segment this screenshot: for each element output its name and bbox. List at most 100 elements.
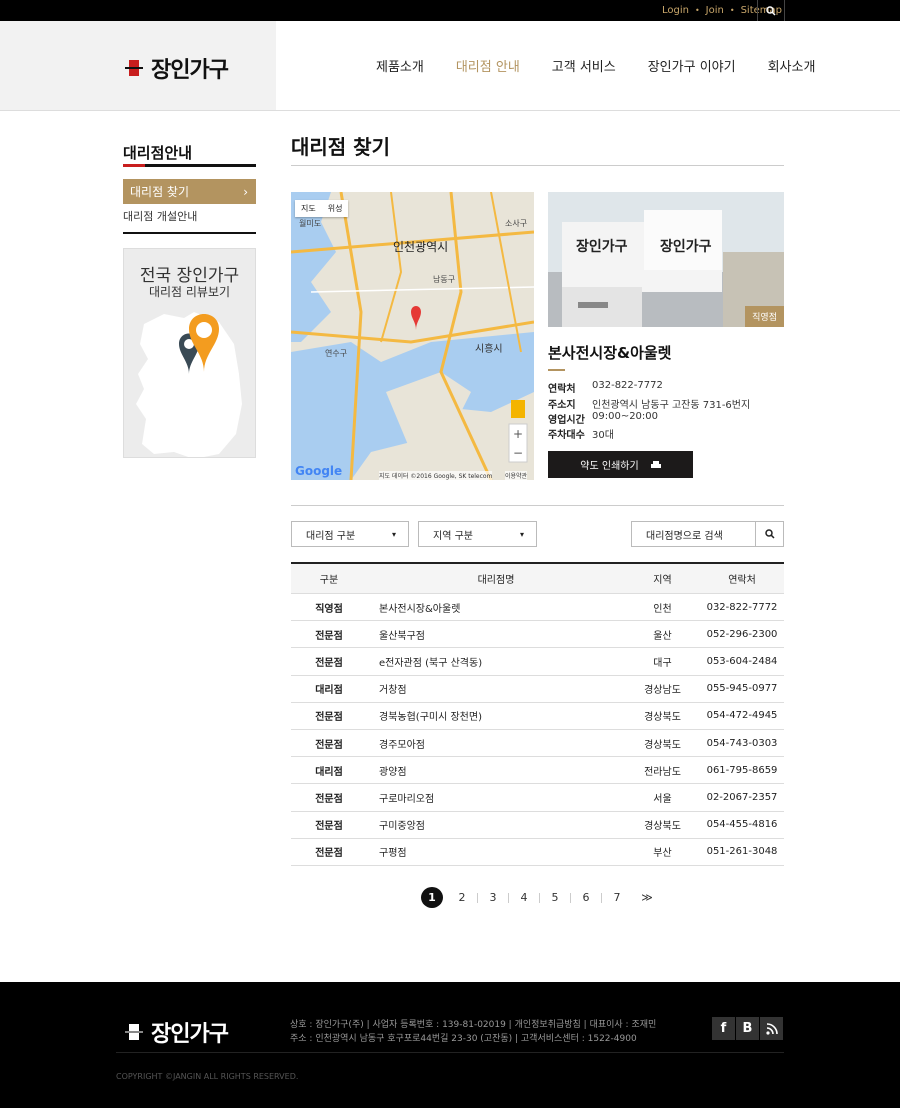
- page-title: 대리점 찾기: [291, 135, 390, 159]
- map-label-sosa: 소사구: [505, 219, 528, 228]
- table-cell: 경상남도: [644, 685, 681, 697]
- table-cell: 053-604-2484: [706, 655, 778, 667]
- nav-item-products[interactable]: 제품소개: [376, 56, 424, 75]
- sidebar-item-open-dealer[interactable]: 대리점 개설안내: [123, 208, 197, 224]
- sidebar-title: 대리점안내: [123, 144, 193, 162]
- svg-text:−: −: [513, 446, 523, 460]
- sidebar-item-label: 대리점 찾기: [130, 185, 190, 199]
- top-search-button[interactable]: [757, 0, 785, 21]
- site-logo[interactable]: 장인가구: [123, 52, 229, 84]
- table-cell: 경북농협(구미시 장천면): [379, 712, 482, 724]
- nav-item-dealers[interactable]: 대리점 안내: [456, 56, 520, 75]
- next-page-button[interactable]: ≫: [632, 891, 662, 904]
- info-phone: 연락처 032-822-7772: [548, 380, 663, 395]
- table-cell: 부산: [653, 848, 672, 860]
- page-link[interactable]: 6: [571, 891, 601, 904]
- table-cell: 대구: [653, 657, 672, 669]
- store-map[interactable]: + − 지도 위성 인천광역시 시흥시 월미도 소사구 연수구 남동구 Goog…: [291, 192, 534, 480]
- rss-icon[interactable]: [760, 1017, 783, 1040]
- table-row[interactable]: 전문점 경북농협(구미시 장천면) 경상북도 054-472-4945: [291, 703, 784, 730]
- svg-text:+: +: [513, 427, 523, 441]
- table-cell: 051-261-3048: [706, 846, 778, 858]
- blog-icon[interactable]: B: [736, 1017, 759, 1040]
- region-select[interactable]: 지역 구분 ▾: [418, 521, 537, 547]
- table-cell: 거창점: [379, 685, 407, 697]
- google-logo: Google: [295, 464, 343, 478]
- dealer-type-select[interactable]: 대리점 구분 ▾: [291, 521, 409, 547]
- table-cell: 전문점: [315, 630, 343, 642]
- map-tab-map[interactable]: 지도: [295, 200, 322, 217]
- table-cell: 전문점: [315, 739, 343, 751]
- table-cell: 광양점: [379, 766, 407, 778]
- logo-mark-icon: [125, 1024, 143, 1040]
- dealer-search-input[interactable]: 대리점명으로 검색: [632, 522, 755, 546]
- chevron-down-icon: ▾: [391, 529, 396, 539]
- table-cell: 대리점: [315, 766, 343, 778]
- map-label-siheung: 시흥시: [475, 344, 503, 355]
- table-cell: 구평점: [379, 848, 407, 860]
- info-value: 09:00~20:00: [592, 411, 659, 422]
- korea-map-icon: [136, 312, 242, 457]
- footer-company-info: 상호 : 장인가구(주) | 사업자 등록번호 : 139-81-02019 |…: [290, 1018, 656, 1046]
- print-map-button[interactable]: 약도 인쇄하기: [548, 451, 693, 478]
- table-cell: 울산북구점: [379, 630, 425, 642]
- store-name-underline: [548, 369, 565, 371]
- table-row[interactable]: 전문점 구미중앙점 경상북도 054-455-4816: [291, 812, 784, 839]
- table-cell: 본사전시장&아울렛: [379, 603, 461, 615]
- map-label-namdong: 남동구: [433, 275, 456, 284]
- login-link[interactable]: Login: [662, 5, 689, 16]
- header-divider: [0, 110, 900, 111]
- table-cell: 구로마리오점: [379, 793, 435, 805]
- page-link[interactable]: 1: [421, 887, 443, 908]
- map-label-yeonsu: 연수구: [325, 349, 348, 358]
- nav-item-story[interactable]: 장인가구 이야기: [648, 56, 736, 75]
- table-row[interactable]: 전문점 울산북구점 울산 052-296-2300: [291, 621, 784, 649]
- table-row[interactable]: 직영점 본사전시장&아울렛 인천 032-822-7772: [291, 594, 784, 622]
- store-sign-right: 장인가구: [660, 239, 712, 255]
- table-row[interactable]: 전문점 구평점 부산 051-261-3048: [291, 839, 784, 866]
- sidebar-item-find-dealer[interactable]: 대리점 찾기 ›: [123, 179, 256, 204]
- chevron-right-icon: ›: [243, 184, 248, 199]
- info-label: 연락처: [548, 384, 576, 395]
- join-link[interactable]: Join: [706, 5, 724, 16]
- nav-item-company[interactable]: 회사소개: [768, 56, 816, 75]
- footer-logo-text: 장인가구: [151, 1022, 229, 1047]
- info-value: 032-822-7772: [592, 380, 663, 391]
- table-cell: 서울: [653, 793, 672, 805]
- map-terms-link[interactable]: 이용약관: [505, 471, 528, 480]
- store-photo: 장인가구 장인가구 직영점: [548, 192, 784, 327]
- table-row[interactable]: 전문점 경주모아점 경상북도 054-743-0303: [291, 730, 784, 758]
- table-cell: 울산: [653, 630, 672, 642]
- table-body: 직영점 본사전시장&아울렛 인천 032-822-7772 전문점 울산북구점 울산 052-…: [291, 594, 784, 866]
- main-navigation: 제품소개 대리점 안내 고객 서비스 장인가구 이야기 회사소개: [360, 56, 831, 75]
- table-cell: 052-296-2300: [706, 628, 778, 640]
- store-sign-left: 장인가구: [576, 239, 628, 255]
- table-cell: 061-795-8659: [706, 764, 778, 776]
- page-link[interactable]: 5: [540, 891, 570, 904]
- nav-item-customer-service[interactable]: 고객 서비스: [552, 56, 616, 75]
- map-label-wolmido: 월미도: [299, 219, 322, 228]
- facebook-icon[interactable]: f: [712, 1017, 735, 1040]
- table-cell: 전문점: [315, 848, 343, 860]
- page-link[interactable]: 2: [447, 891, 477, 904]
- page-link[interactable]: 3: [478, 891, 508, 904]
- map-tab-satellite[interactable]: 위성: [322, 200, 349, 217]
- sidebar-title-underline: [123, 164, 256, 167]
- search-icon: [764, 529, 775, 539]
- table-cell: 경상북도: [644, 712, 681, 724]
- dealer-review-banner[interactable]: 전국 장인가구 대리점 리뷰보기: [123, 248, 256, 458]
- print-icon: [650, 460, 661, 468]
- map-label-incheon: 인천광역시: [393, 240, 449, 254]
- footer-info-line: 주소 : 인천광역시 남동구 호구포로44번길 23-30 (고잔동) | 고객…: [290, 1034, 637, 1044]
- page-link[interactable]: 7: [602, 891, 632, 904]
- sidebar-divider: [123, 232, 256, 234]
- table-row[interactable]: 전문점 구로마리오점 서울 02-2067-2357: [291, 784, 784, 812]
- footer-logo[interactable]: 장인가구: [123, 1016, 229, 1048]
- table-cell: 구미중앙점: [379, 821, 425, 833]
- table-row[interactable]: 전문점 e전자관점 (북구 산격동) 대구 053-604-2484: [291, 648, 784, 676]
- top-utility-bar: Login • Join • Sitemap: [0, 0, 900, 21]
- page-link[interactable]: 4: [509, 891, 539, 904]
- dealer-search-button[interactable]: [755, 522, 783, 546]
- table-row[interactable]: 대리점 광양점 전라남도 061-795-8659: [291, 757, 784, 785]
- table-row[interactable]: 대리점 거창점 경상남도 055-945-0977: [291, 676, 784, 703]
